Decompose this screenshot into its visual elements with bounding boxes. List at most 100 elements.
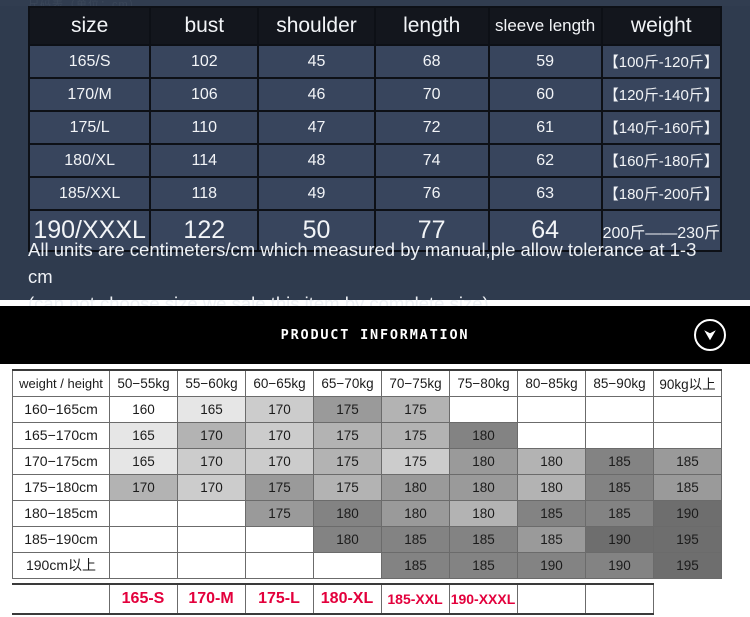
matrix-header-row: weight / height 50−55kg 55−60kg 60−65kg … xyxy=(12,369,722,397)
matrix-cell: 165 xyxy=(109,421,178,449)
matrix-cell: 180 xyxy=(449,421,518,449)
matrix-col-header: 80−85kg xyxy=(517,369,586,397)
matrix-row-header: 185−190cm xyxy=(12,525,110,553)
matrix-cell: 180 xyxy=(381,473,450,501)
matrix-cell: 160 xyxy=(109,395,178,423)
matrix-cell: 190 xyxy=(585,525,654,553)
matrix-cell: 170 xyxy=(245,395,314,423)
cell-size: 175/L xyxy=(30,112,150,143)
col-size: size xyxy=(30,8,150,44)
matrix-col-header: 75−80kg xyxy=(449,369,518,397)
legend-size: 190-XXXL xyxy=(448,583,518,615)
matrix-cell: 175 xyxy=(381,395,450,423)
cell-bust: 118 xyxy=(151,178,258,209)
matrix-cell xyxy=(653,395,722,423)
size-table-header-row: size bust shoulder length sleeve length … xyxy=(30,8,720,44)
chevron-down-icon[interactable] xyxy=(694,319,726,351)
matrix-cell xyxy=(517,395,586,423)
matrix-row-header: 160−165cm xyxy=(12,395,110,423)
matrix-cell xyxy=(245,525,314,553)
cell-sleeve: 62 xyxy=(489,145,601,176)
matrix-cell: 170 xyxy=(245,447,314,475)
matrix-row-header: 180−185cm xyxy=(12,499,110,527)
matrix-cell xyxy=(109,551,178,579)
matrix-col-header: 60−65kg xyxy=(245,369,314,397)
product-information-banner: PRODUCT INFORMATION xyxy=(0,306,750,364)
cell-bust: 106 xyxy=(151,79,258,110)
matrix-cell: 175 xyxy=(381,447,450,475)
matrix-cell: 190 xyxy=(585,551,654,579)
matrix-cell xyxy=(653,421,722,449)
size-legend-row: 165-S 170-M 175-L 180-XL 185-XXL 190-XXX… xyxy=(12,583,654,615)
matrix-cell xyxy=(245,551,314,579)
cell-shoulder: 49 xyxy=(259,178,374,209)
matrix-cell: 180 xyxy=(313,525,382,553)
matrix-cell: 195 xyxy=(653,551,722,579)
legend-size: 165-S xyxy=(108,583,178,615)
matrix-cell: 185 xyxy=(653,447,722,475)
matrix-cell xyxy=(449,395,518,423)
matrix-col-header: 85−90kg xyxy=(585,369,654,397)
matrix-cell: 175 xyxy=(313,447,382,475)
cell-length: 72 xyxy=(375,112,488,143)
table-row: 175−180cm 170 170 175 175 180 180 180 185 185 xyxy=(12,473,722,501)
matrix-cell: 175 xyxy=(245,473,314,501)
matrix-cell: 185 xyxy=(381,525,450,553)
cell-bust: 114 xyxy=(151,145,258,176)
matrix-cell: 180 xyxy=(517,447,586,475)
matrix-cell: 185 xyxy=(517,499,586,527)
matrix-cell: 175 xyxy=(313,473,382,501)
matrix-col-header: 65−70kg xyxy=(313,369,382,397)
table-row: 175/L 110 47 72 61 【140斤-160斤】 xyxy=(30,112,720,143)
cell-bust: 110 xyxy=(151,112,258,143)
measurement-note: All units are centimeters/cm which measu… xyxy=(28,236,722,317)
matrix-cell: 190 xyxy=(517,551,586,579)
matrix-cell: 185 xyxy=(585,473,654,501)
cell-size: 170/M xyxy=(30,79,150,110)
matrix-cell: 195 xyxy=(653,525,722,553)
cell-weight: 【100斤-120斤】 xyxy=(602,46,720,77)
matrix-cell xyxy=(585,421,654,449)
banner-title: PRODUCT INFORMATION xyxy=(280,327,470,343)
cell-sleeve: 59 xyxy=(489,46,601,77)
cell-bust: 102 xyxy=(151,46,258,77)
matrix-corner-label: weight / height xyxy=(12,369,110,397)
matrix-cell: 180 xyxy=(381,499,450,527)
cell-size: 165/S xyxy=(30,46,150,77)
size-recommendation-matrix: weight / height 50−55kg 55−60kg 60−65kg … xyxy=(12,369,722,579)
legend-spacer xyxy=(12,583,109,615)
cell-sleeve: 60 xyxy=(489,79,601,110)
legend-size: 170-M xyxy=(176,583,246,615)
matrix-cell: 180 xyxy=(449,473,518,501)
matrix-cell: 180 xyxy=(517,473,586,501)
matrix-cell: 175 xyxy=(381,421,450,449)
cell-shoulder: 48 xyxy=(259,145,374,176)
col-sleeve-length: sleeve length xyxy=(489,8,601,44)
matrix-col-header: 90kg以上 xyxy=(653,369,722,397)
matrix-cell xyxy=(313,551,382,579)
cell-shoulder: 45 xyxy=(259,46,374,77)
legend-size xyxy=(516,583,586,615)
matrix-cell: 185 xyxy=(653,473,722,501)
size-table-panel: 尺码表（单位：cm） size bust shoulder length sle… xyxy=(0,0,750,314)
matrix-cell: 170 xyxy=(177,447,246,475)
matrix-cell: 180 xyxy=(313,499,382,527)
table-row: 165−170cm 165 170 170 175 175 180 xyxy=(12,421,722,449)
matrix-cell: 185 xyxy=(517,525,586,553)
table-row: 165/S 102 45 68 59 【100斤-120斤】 xyxy=(30,46,720,77)
col-length: length xyxy=(375,8,488,44)
cell-length: 68 xyxy=(375,46,488,77)
cell-weight: 【160斤-180斤】 xyxy=(602,145,720,176)
cell-length: 76 xyxy=(375,178,488,209)
size-chart-page: 尺码表（单位：cm） size bust shoulder length sle… xyxy=(0,0,750,617)
legend-size: 185-XXL xyxy=(380,583,450,615)
cell-sleeve: 61 xyxy=(489,112,601,143)
legend-size: 175-L xyxy=(244,583,314,615)
matrix-col-header: 70−75kg xyxy=(381,369,450,397)
matrix-cell: 180 xyxy=(449,447,518,475)
table-row: 170−175cm 165 170 170 175 175 180 180 185 185 xyxy=(12,447,722,475)
table-row: 170/M 106 46 70 60 【120斤-140斤】 xyxy=(30,79,720,110)
matrix-cell: 165 xyxy=(109,447,178,475)
matrix-cell xyxy=(177,525,246,553)
matrix-cell: 170 xyxy=(109,473,178,501)
